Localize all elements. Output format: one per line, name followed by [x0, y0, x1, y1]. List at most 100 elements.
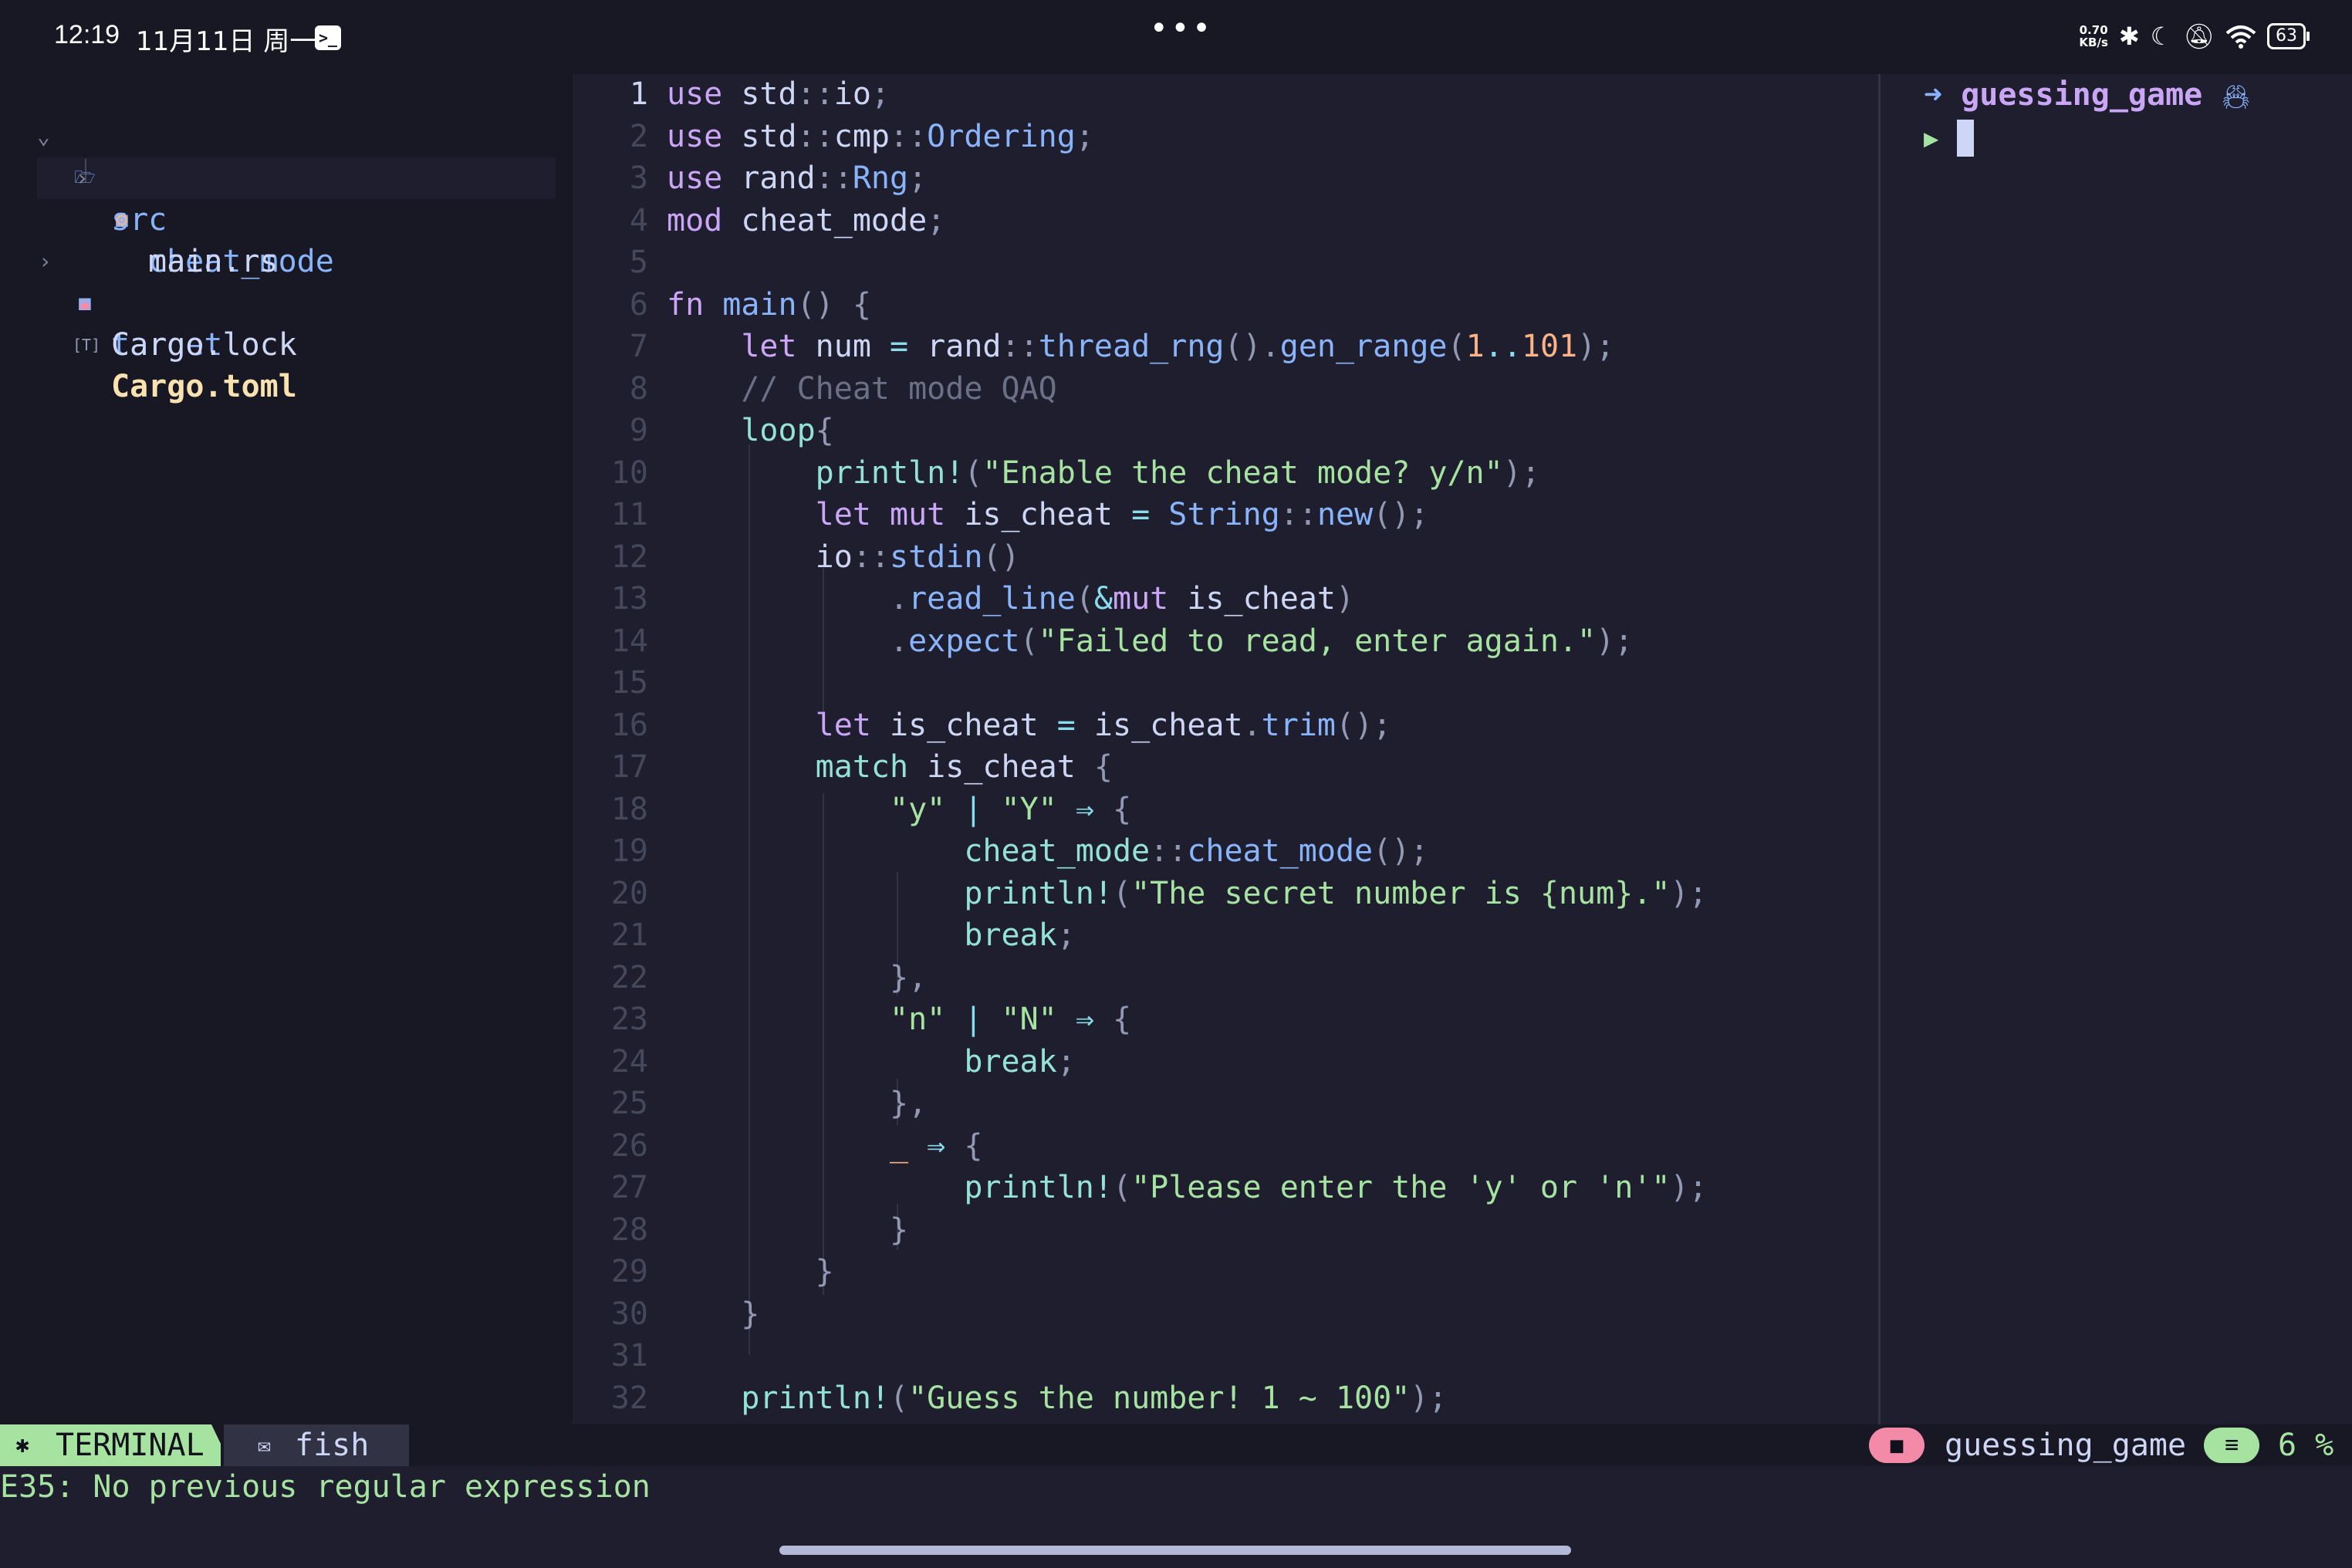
line-number: 1	[629, 76, 648, 112]
line-number: 19	[610, 833, 648, 869]
code-line[interactable]: 16 let is_cheat = is_cheat.trim();	[573, 705, 1877, 746]
code-line[interactable]: 2 use std::cmp::Ordering;	[573, 117, 1877, 157]
code-text: },	[889, 1086, 928, 1121]
code-text: println!("Enable the cheat mode? y/n");	[815, 455, 1540, 491]
battery-icon: 63	[2267, 23, 2310, 49]
tree-item-cargo-toml[interactable]: [T] Cargo.toml	[0, 282, 573, 404]
code-text: break;	[964, 1043, 1076, 1080]
code-line[interactable]: 15	[573, 663, 1877, 704]
code-text: use std::io;	[667, 76, 890, 112]
line-number: 24	[610, 1043, 648, 1080]
date: 11月11日 周一	[136, 26, 316, 57]
code-text: let is_cheat = is_cheat.trim();	[815, 707, 1392, 743]
line-number: 3	[629, 161, 648, 196]
tree-item-cargo-lock[interactable]: 🔒︎ Cargo.lock	[0, 241, 573, 363]
code-line[interactable]: 1 use std::io;	[573, 74, 1877, 115]
code-text: "y" | "Y" ⇒ {	[889, 791, 1132, 827]
code-line[interactable]: 29 }	[573, 1252, 1877, 1293]
code-text: },	[889, 959, 928, 995]
file-progress: 6 %	[2278, 1428, 2334, 1463]
line-number: 10	[610, 455, 648, 491]
shell-icon: ✉	[258, 1432, 271, 1458]
tree-item-target[interactable]: › ■ target	[0, 199, 573, 363]
line-number: 18	[610, 791, 648, 827]
code-line[interactable]: 27 println!("Please enter the 'y' or 'n'…	[573, 1168, 1877, 1208]
line-number: 2	[629, 118, 648, 154]
code-text: fn main() {	[667, 286, 871, 323]
code-line[interactable]: 5	[573, 242, 1877, 283]
tree-item-main-rs[interactable]: ⚙ main.rs	[0, 157, 573, 279]
terminal-icon: >_	[315, 25, 341, 50]
terminal-tab-label: TERMINAL	[56, 1428, 204, 1463]
tree-item-src[interactable]: ⌄ 🗁︎ src	[0, 74, 573, 238]
code-line[interactable]: 31	[573, 1336, 1877, 1377]
line-number: 29	[610, 1254, 648, 1289]
code-text: }	[741, 1296, 760, 1332]
code-text: .expect("Failed to read, enter again.");	[889, 623, 1634, 659]
code-line[interactable]: 30 }	[573, 1294, 1877, 1335]
code-line[interactable]: 6 fn main() {	[573, 285, 1877, 326]
code-line[interactable]: 28 }	[573, 1210, 1877, 1251]
code-text: // Cheat mode QAQ	[667, 370, 1057, 407]
code-line[interactable]: 9 loop{	[573, 411, 1877, 451]
code-text: cheat_mode::cheat_mode();	[964, 833, 1429, 869]
code-line[interactable]: 17 match is_cheat {	[573, 747, 1877, 788]
code-line[interactable]: 7 let num = rand::thread_rng().gen_range…	[573, 326, 1877, 367]
code-line[interactable]: 26 _ ⇒ {	[573, 1126, 1877, 1167]
line-number: 30	[610, 1296, 648, 1332]
code-line[interactable]: 25 },	[573, 1083, 1877, 1124]
code-text: let mut is_cheat = String::new();	[815, 497, 1429, 532]
code-text: mod cheat_mode;	[667, 202, 946, 238]
prompt-cwd: guessing_game	[1961, 77, 2203, 113]
folder-icon: ■	[1869, 1428, 1925, 1463]
code-text: }	[815, 1254, 834, 1289]
terminal-tab[interactable]: ✱ TERMINAL	[0, 1424, 221, 1466]
system-status-bar: 12:19 11月11日 周一 >_ ••• 0.70 KB/s ✱ ☾ 🔕︎ …	[0, 0, 2352, 74]
code-line[interactable]: 14 .expect("Failed to read, enter again.…	[573, 621, 1877, 662]
code-line[interactable]: 13 .read_line(&mut is_cheat)	[573, 579, 1877, 620]
code-line[interactable]: 20 println!("The secret number is {num}.…	[573, 874, 1877, 914]
code-line[interactable]: 24 break;	[573, 1042, 1877, 1083]
code-text: match is_cheat {	[815, 749, 1113, 785]
code-text: use std::cmp::Ordering;	[667, 118, 1094, 154]
network-speed: 0.70 KB/s	[2079, 23, 2108, 49]
code-line[interactable]: 11 let mut is_cheat = String::new();	[573, 495, 1877, 536]
prompt-arrow-icon: ➜	[1924, 77, 1943, 113]
code-text: }	[889, 1211, 909, 1248]
terminal-pane[interactable]: ➜ guessing_game 🦀︎ ▶	[1881, 74, 2352, 1424]
code-line[interactable]: 19 cheat_mode::cheat_mode();	[573, 831, 1877, 872]
code-line[interactable]: 4 mod cheat_mode;	[573, 201, 1877, 242]
error-message: E35: No previous regular expression	[0, 1469, 651, 1505]
code-text: "n" | "N" ⇒ {	[889, 1002, 1132, 1037]
code-line[interactable]: 18 "y" | "Y" ⇒ {	[573, 789, 1877, 830]
code-line[interactable]: 12 io::stdin()	[573, 537, 1877, 578]
code-text: break;	[964, 917, 1076, 953]
code-editor[interactable]: 1 use std::io;2 use std::cmp::Ordering;3 us…	[573, 74, 1880, 1458]
moon-icon: ☾	[2150, 22, 2173, 51]
line-number: 31	[610, 1338, 648, 1374]
line-number: 4	[629, 202, 648, 238]
multitask-menu-button[interactable]: •••	[1150, 11, 1214, 46]
prompt-line: ➜ guessing_game 🦀︎	[1924, 74, 2250, 119]
line-number: 23	[610, 1002, 648, 1037]
code-line[interactable]: 22 },	[573, 958, 1877, 999]
line-number: 6	[629, 286, 648, 323]
code-line[interactable]: 8 // Cheat mode QAQ	[573, 369, 1877, 410]
clock: 12:19	[54, 20, 120, 49]
tree-item-cheat-mode[interactable]: › ■ cheat_mode	[0, 116, 573, 279]
line-number: 5	[629, 245, 648, 280]
shell-tab[interactable]: ✉ fish	[224, 1424, 409, 1466]
code-line[interactable]: 23 "n" | "N" ⇒ {	[573, 999, 1877, 1040]
line-number: 7	[629, 329, 648, 364]
code-line[interactable]: 3 use rand::Rng;	[573, 158, 1877, 199]
code-text: loop{	[741, 413, 834, 448]
code-line[interactable]: 10 println!("Enable the cheat mode? y/n"…	[573, 453, 1877, 494]
code-line[interactable]: 32 println!("Guess the number! 1 ~ 100")…	[573, 1378, 1877, 1419]
input-line[interactable]: ▶	[1924, 116, 1975, 159]
code-line[interactable]: 21 break;	[573, 915, 1877, 956]
line-number: 15	[610, 665, 648, 701]
code-text: use rand::Rng;	[667, 161, 928, 196]
home-indicator[interactable]	[779, 1546, 1571, 1555]
bell-off-icon: 🔕︎	[2183, 22, 2215, 51]
code-text: println!("Please enter the 'y' or 'n'");	[964, 1170, 1708, 1205]
